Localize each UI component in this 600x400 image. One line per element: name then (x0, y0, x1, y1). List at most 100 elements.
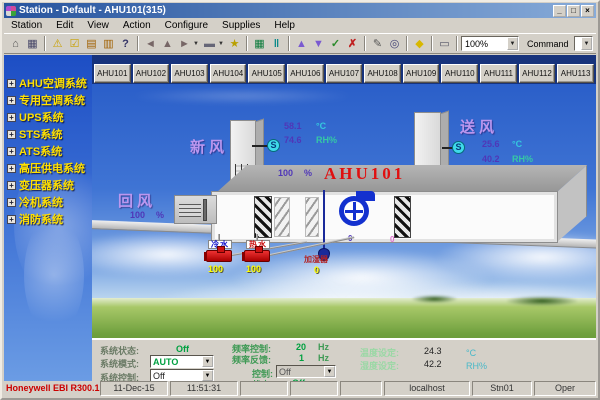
mix-damper-unit: % (304, 168, 312, 178)
system-control-select[interactable]: Off ▼ (150, 369, 214, 381)
status-bar: Honeywell EBI R300.1 11-Dec-15 11:51:31 … (4, 381, 596, 396)
tab-ahu107[interactable]: AHU107 (326, 64, 363, 83)
print-icon[interactable]: ▬ (201, 35, 218, 52)
sidebar-item-special-ac[interactable]: +专用空调系统 (7, 92, 85, 108)
dropdown-arrow-icon[interactable]: ▼ (581, 37, 592, 50)
control-select[interactable]: Off ▼ (276, 365, 336, 378)
tree-expand-icon[interactable]: + (7, 130, 16, 139)
tab-ahu104[interactable]: AHU104 (210, 64, 247, 83)
tab-ahu110[interactable]: AHU110 (441, 64, 478, 83)
page-up-icon[interactable]: ▲ (159, 35, 176, 52)
chilled-water-valve-icon (206, 250, 232, 262)
sidebar-item-hv-power[interactable]: +高压供电系统 (7, 160, 85, 176)
tree-expand-icon[interactable]: + (7, 147, 16, 156)
return-damper-value: 100 (130, 210, 145, 220)
pan-icon[interactable]: ◆ (411, 35, 428, 52)
menu-edit[interactable]: Edit (49, 20, 80, 31)
brand-label: Honeywell EBI R300.1 (4, 381, 98, 396)
menu-view[interactable]: View (80, 20, 116, 31)
help-page-icon[interactable]: ? (117, 35, 134, 52)
network-status-icon[interactable]: ▦ (251, 35, 268, 52)
tab-ahu103[interactable]: AHU103 (171, 64, 208, 83)
sidebar-item-chiller[interactable]: +冷机系统 (7, 194, 63, 210)
page-back-icon[interactable]: ◄ (142, 35, 159, 52)
sidebar-item-ahu[interactable]: +AHU空调系统 (7, 75, 87, 91)
message-summary-icon[interactable]: ▤ (83, 35, 100, 52)
sidebar-item-transformer[interactable]: +变压器系统 (7, 177, 74, 193)
dropdown-arrow-icon[interactable]: ▼ (202, 356, 213, 367)
dropdown-arrow-icon[interactable]: ▼ (202, 370, 213, 381)
restore-button[interactable]: □ (567, 5, 580, 17)
minimize-button[interactable]: _ (553, 5, 566, 17)
tab-ahu111[interactable]: AHU111 (480, 64, 517, 83)
date-cell: 11-Dec-15 (100, 381, 168, 396)
tab-ahu113[interactable]: AHU113 (557, 64, 594, 83)
ahu-unit-name: AHU101 (324, 164, 405, 184)
freq-control-unit: Hz (318, 342, 329, 352)
app-icon (6, 6, 16, 16)
raise-icon[interactable]: ▲ (293, 35, 310, 52)
tree-expand-icon[interactable]: + (7, 215, 16, 224)
tree-expand-icon[interactable]: + (7, 198, 16, 207)
alarm-page-icon[interactable]: ⚠ (49, 35, 66, 52)
tree-expand-icon[interactable]: + (7, 164, 16, 173)
tab-ahu102[interactable]: AHU102 (133, 64, 170, 83)
system-mode-select[interactable]: AUTO ▼ (150, 355, 214, 368)
tree-expand-icon[interactable]: + (7, 181, 16, 190)
empty-cell (290, 381, 338, 396)
print-dropdown-icon[interactable]: ▼ (218, 41, 226, 47)
page-recall-dropdown-icon[interactable]: ▼ (193, 41, 201, 47)
tab-ahu101[interactable]: AHU101 (94, 64, 131, 83)
menu-station[interactable]: Station (4, 20, 49, 31)
station-connect-icon[interactable]: ⌂ (7, 35, 24, 52)
close-button[interactable]: × (581, 5, 594, 17)
favorites-icon[interactable]: ★ (226, 35, 243, 52)
alarm-ack-icon[interactable]: ☑ (66, 35, 83, 52)
tab-ahu112[interactable]: AHU112 (519, 64, 556, 83)
freq-feedback-unit: Hz (318, 353, 329, 363)
command-input[interactable]: ▼ (574, 36, 593, 51)
tab-ahu106[interactable]: AHU106 (287, 64, 324, 83)
search-edit-icon[interactable]: ✎ (369, 35, 386, 52)
sidebar-item-ats[interactable]: +ATS系统 (7, 143, 62, 159)
empty-cell (340, 381, 382, 396)
cooling-coil (274, 197, 290, 237)
dropdown-arrow-icon[interactable]: ▼ (324, 366, 335, 377)
dropdown-arrow-icon[interactable]: ▼ (507, 37, 518, 50)
command-label: Command (527, 39, 569, 49)
zoom-icon[interactable]: ◎ (386, 35, 403, 52)
zoom-level-select[interactable]: 100% ▼ (461, 36, 519, 51)
toolbar-separator (364, 36, 366, 51)
tab-ahu109[interactable]: AHU109 (403, 64, 440, 83)
trend-icon[interactable]: ‖ (268, 35, 285, 52)
sidebar-item-fire[interactable]: +消防系统 (7, 211, 63, 227)
ahu-tab-bar: AHU101 AHU102 AHU103 AHU104 AHU105 AHU10… (94, 64, 594, 83)
chilled-water-value: 100 (208, 264, 223, 274)
point-detail-icon[interactable]: ▥ (100, 35, 117, 52)
viewport-icon[interactable]: ▭ (436, 35, 453, 52)
supply-air-label: 送风 (460, 116, 498, 137)
menu-action[interactable]: Action (116, 20, 158, 31)
tab-ahu108[interactable]: AHU108 (364, 64, 401, 83)
tree-expand-icon[interactable]: + (7, 113, 16, 122)
station-window: Station - Default - AHU101(315) _ □ × St… (0, 0, 600, 400)
reject-icon[interactable]: ✗ (344, 35, 361, 52)
sidebar-item-ups[interactable]: +UPS系统 (7, 109, 64, 125)
menu-supplies[interactable]: Supplies (215, 20, 267, 31)
tree-expand-icon[interactable]: + (7, 96, 16, 105)
tab-ahu105[interactable]: AHU105 (248, 64, 285, 83)
accept-icon[interactable]: ✓ (327, 35, 344, 52)
sidebar-item-sts[interactable]: +STS系统 (7, 126, 62, 142)
toolbar-separator (137, 36, 139, 51)
filter-section (254, 196, 272, 238)
menu-bar: Station Edit View Action Configure Suppl… (4, 19, 596, 32)
page-recall-icon[interactable]: ► (176, 35, 193, 52)
menu-help[interactable]: Help (267, 20, 302, 31)
station-display-icon[interactable]: ▦ (24, 35, 41, 52)
fresh-air-temp-unit: °C (316, 121, 326, 131)
ahu-graphic: 新风 S 58.1 °C 74.6 RH% 送风 S 25.6 °C 40.2 … (92, 84, 596, 381)
tree-expand-icon[interactable]: + (7, 79, 16, 88)
sidebar-item-label: ATS系统 (19, 143, 62, 159)
lower-icon[interactable]: ▼ (310, 35, 327, 52)
menu-configure[interactable]: Configure (158, 20, 215, 31)
